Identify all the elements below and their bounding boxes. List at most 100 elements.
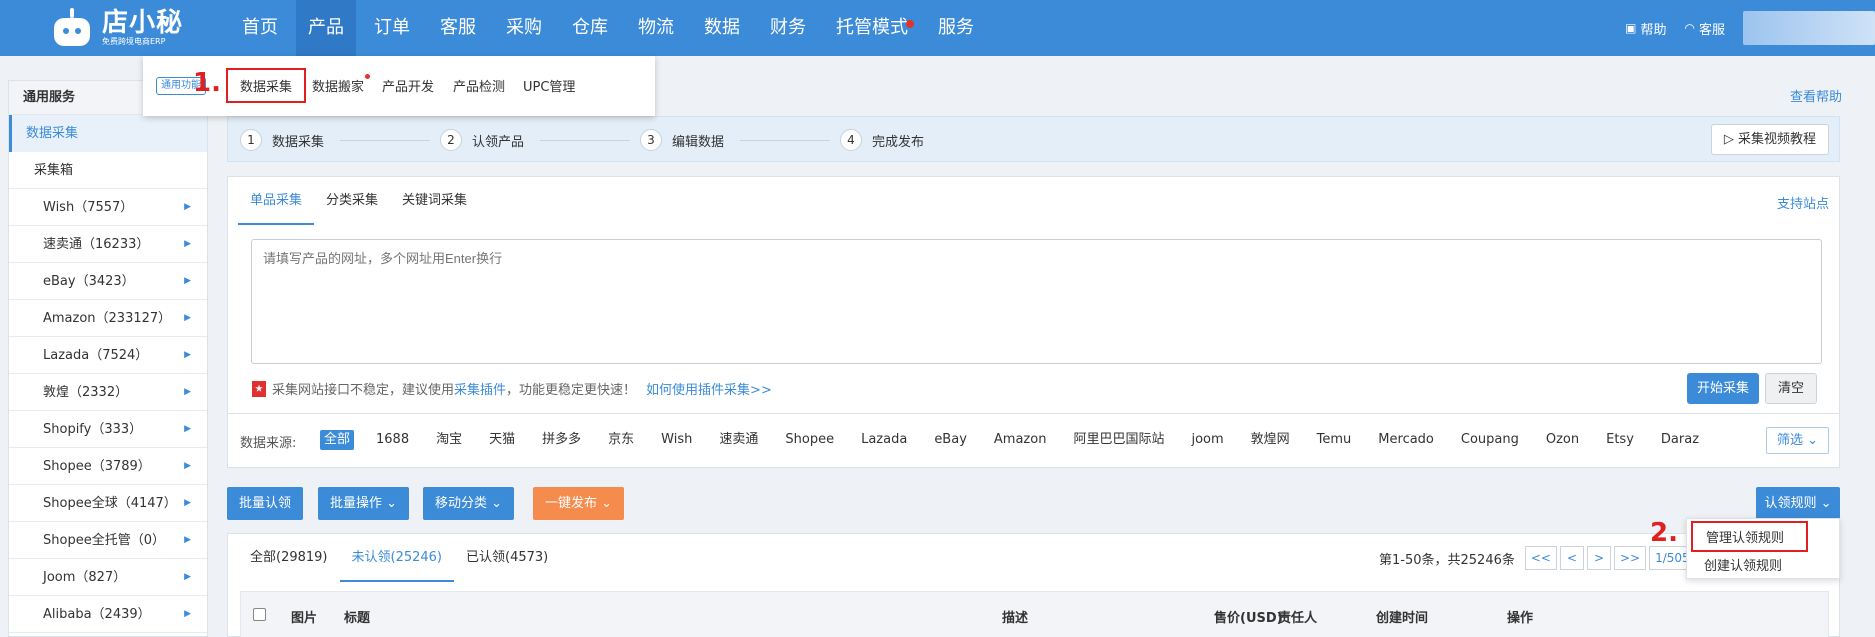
service-link[interactable]: ◠ 客服: [1685, 19, 1726, 38]
sidebar-item-data-collection[interactable]: 数据采集: [9, 115, 207, 152]
submenu-data-migration[interactable]: 数据搬家: [312, 74, 371, 95]
first-page-button[interactable]: <<: [1524, 546, 1557, 570]
source-item[interactable]: Wish: [661, 430, 692, 450]
nav-logistics[interactable]: 物流: [626, 0, 686, 56]
video-tutorial-label: 采集视频教程: [1737, 132, 1816, 147]
sidebar-item-aliexpress[interactable]: 速卖通（16233） ▶: [9, 226, 207, 263]
sidebar-item-shopee[interactable]: Shopee（3789） ▶: [9, 448, 207, 485]
sidebar-item-alibaba[interactable]: Alibaba（2439） ▶: [9, 596, 207, 633]
source-item[interactable]: 1688: [376, 430, 409, 450]
sidebar-item-collection-box[interactable]: 采集箱: [9, 152, 207, 189]
sidebar-item-amazon[interactable]: Amazon（233127） ▶: [9, 300, 207, 337]
claim-rules-button[interactable]: 认领规则 ⌄: [1756, 487, 1840, 520]
source-item[interactable]: 阿里巴巴国际站: [1073, 430, 1164, 450]
batch-operations-button[interactable]: 批量操作 ⌄: [318, 487, 410, 520]
nav-home[interactable]: 首页: [230, 0, 290, 56]
sidebar-item-joom[interactable]: Joom（827） ▶: [9, 559, 207, 596]
tab-all[interactable]: 全部(29819): [238, 534, 340, 582]
service-label: 客服: [1698, 22, 1725, 38]
nav-managed-mode-label: 托管模式: [836, 17, 908, 38]
sidebar-item-label: Joom（827）: [43, 570, 127, 585]
sidebar-item-lazada[interactable]: Lazada（7524） ▶: [9, 337, 207, 374]
sidebar-item-shopify[interactable]: Shopify（333） ▶: [9, 411, 207, 448]
nav-finance[interactable]: 财务: [758, 0, 818, 56]
collect-panel: 单品采集 分类采集 关键词采集 支持站点 采集网站接口不稳定，建议使用 采集插件…: [227, 176, 1840, 414]
tab-keyword-collect[interactable]: 关键词采集: [390, 177, 479, 225]
submenu-product-development[interactable]: 产品开发: [382, 76, 434, 95]
source-item[interactable]: eBay: [934, 430, 967, 450]
sidebar-item-label: 敦煌（2332）: [43, 385, 129, 400]
source-item[interactable]: Temu: [1317, 430, 1352, 450]
data-source-filter: 数据来源: 全部 1688 淘宝 天猫 拼多多 京东 Wish 速卖通 Shopee Lazada…: [227, 414, 1840, 468]
source-item[interactable]: Daraz: [1661, 430, 1699, 450]
one-click-publish-button[interactable]: 一键发布 ⌄: [533, 487, 625, 520]
help-link[interactable]: ▣ 帮助: [1625, 19, 1666, 38]
tab-unclaimed[interactable]: 未认领(25246): [339, 534, 454, 582]
help-label: 帮助: [1640, 22, 1667, 38]
sidebar-item-label: eBay（3423）: [43, 274, 135, 289]
submenu-upc-management[interactable]: UPC管理: [523, 76, 575, 95]
source-item[interactable]: Shopee: [785, 430, 834, 450]
source-item[interactable]: Etsy: [1606, 430, 1634, 450]
source-item[interactable]: Coupang: [1461, 430, 1519, 450]
tab-category-collect[interactable]: 分类采集: [314, 177, 390, 225]
user-account[interactable]: [1743, 11, 1875, 45]
nav-service[interactable]: 服务: [926, 0, 986, 56]
source-item[interactable]: 淘宝: [436, 430, 462, 450]
batch-claim-button[interactable]: 批量认领: [227, 487, 304, 520]
main-nav: 首页 产品 订单 客服 采购 仓库 物流 数据 财务 托管模式 服务: [230, 0, 992, 56]
video-tutorial-button[interactable]: ▷ 采集视频教程: [1710, 124, 1829, 155]
sidebar-item-shopee-managed[interactable]: Shopee全托管（0） ▶: [9, 522, 207, 559]
last-page-button[interactable]: >>: [1613, 546, 1647, 570]
nav-product[interactable]: 产品: [296, 0, 356, 56]
sidebar-item-ebay[interactable]: eBay（3423） ▶: [9, 263, 207, 300]
logo[interactable]: 店小秘 免费跨境电商ERP: [50, 4, 183, 52]
pagination-info: 第1-50条，共25246条: [1379, 552, 1515, 568]
product-url-input[interactable]: [251, 239, 1822, 364]
nav-order[interactable]: 订单: [362, 0, 422, 56]
submenu-product-check[interactable]: 产品检测: [453, 76, 505, 95]
filter-button[interactable]: 筛选 ⌄: [1765, 427, 1829, 454]
create-claim-rule-item[interactable]: 创建认领规则: [1704, 555, 1782, 574]
step-label: 认领产品: [472, 134, 525, 150]
nav-customer-service[interactable]: 客服: [428, 0, 488, 56]
sidebar-item-dhgate[interactable]: 敦煌（2332） ▶: [9, 374, 207, 411]
source-item[interactable]: Lazada: [861, 430, 907, 450]
plugin-link[interactable]: 采集插件: [454, 379, 506, 398]
step-2: 2 认领产品: [440, 129, 524, 151]
nav-data[interactable]: 数据: [692, 0, 752, 56]
source-list: 全部 1688 淘宝 天猫 拼多多 京东 Wish 速卖通 Shopee Lazada eBay Am…: [320, 430, 1726, 450]
source-item[interactable]: Amazon: [994, 430, 1047, 450]
source-item[interactable]: Ozon: [1546, 430, 1579, 450]
start-collect-button[interactable]: 开始采集: [1686, 373, 1759, 404]
next-page-button[interactable]: >: [1586, 546, 1611, 570]
nav-purchase[interactable]: 采购: [494, 0, 554, 56]
nav-warehouse[interactable]: 仓库: [560, 0, 620, 56]
prev-page-button[interactable]: <: [1559, 546, 1584, 570]
caret-right-icon: ▶: [184, 572, 191, 582]
move-category-button[interactable]: 移动分类 ⌄: [423, 487, 515, 520]
source-item[interactable]: Mercado: [1378, 430, 1434, 450]
clear-button[interactable]: 清空: [1764, 373, 1817, 404]
source-item[interactable]: 拼多多: [542, 430, 581, 450]
col-title: 标题: [344, 611, 371, 626]
source-item[interactable]: 京东: [608, 430, 634, 450]
tab-single-collect[interactable]: 单品采集: [238, 177, 315, 225]
source-item[interactable]: 全部: [320, 430, 355, 450]
tab-claimed[interactable]: 已认领(4573): [454, 534, 560, 582]
select-all-checkbox[interactable]: [253, 608, 266, 621]
view-help-link[interactable]: 查看帮助: [1790, 86, 1842, 105]
sidebar-item-label: Alibaba（2439）: [43, 607, 151, 622]
source-item[interactable]: 天猫: [489, 430, 515, 450]
nav-managed-mode[interactable]: 托管模式: [824, 0, 920, 56]
sidebar-item-shopee-global[interactable]: Shopee全球（4147） ▶: [9, 485, 207, 522]
plugin-howto-link[interactable]: 如何使用插件采集>>: [646, 379, 772, 398]
supported-sites-link[interactable]: 支持站点: [1777, 193, 1829, 212]
source-item[interactable]: 速卖通: [719, 430, 758, 450]
sidebar-item-wish[interactable]: Wish（7557） ▶: [9, 189, 207, 226]
manage-claim-rules-item[interactable]: 管理认领规则: [1691, 521, 1808, 552]
submenu-data-collection[interactable]: 数据采集: [226, 68, 307, 103]
source-item[interactable]: joom: [1191, 430, 1223, 450]
source-item[interactable]: 敦煌网: [1251, 430, 1290, 450]
caret-right-icon: ▶: [184, 239, 191, 249]
